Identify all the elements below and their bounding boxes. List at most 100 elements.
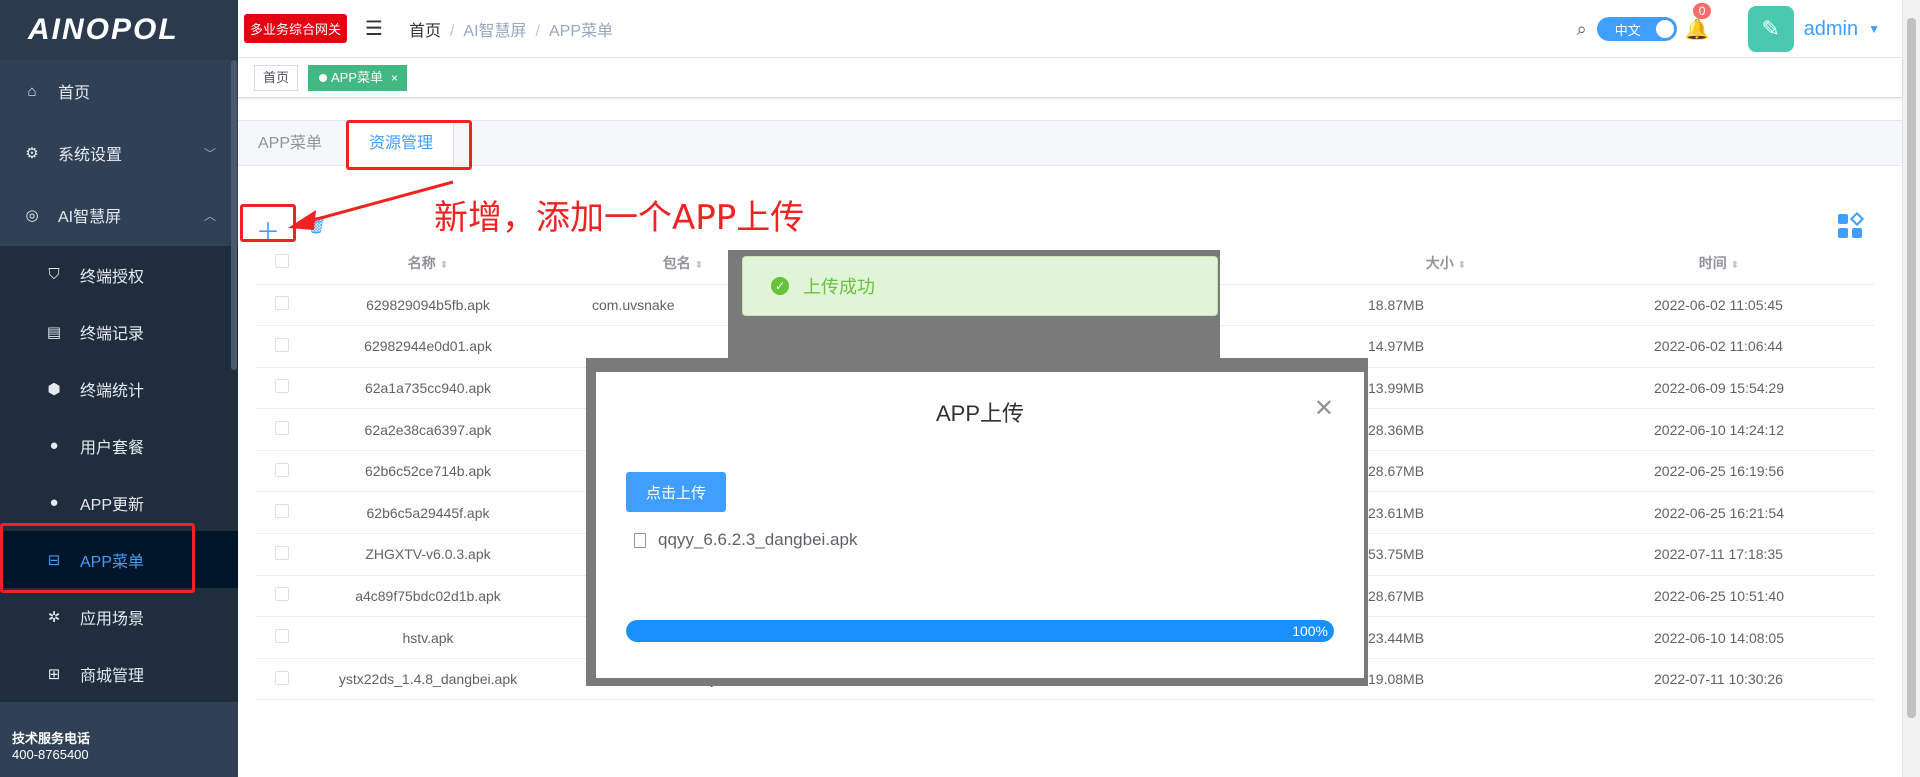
stats-icon: ⬢ [47,380,61,398]
sidebar-item-store[interactable]: ⊞ 商城管理 [0,645,238,702]
gateway-badge[interactable]: 多业务综合网关 [244,14,348,43]
hotline-number: 400-8765400 [12,747,89,762]
toggle-knob [1655,20,1674,38]
shield-icon: ⛉ [48,266,60,283]
file-name-link[interactable]: 62982944e0d01.apk [308,325,548,368]
upload-time: 2022-06-09 15:54:29 [1564,367,1874,410]
close-icon[interactable]: ✕ [1314,394,1334,423]
file-name-link[interactable]: ZHGXTV-v6.0.3.apk [308,533,548,576]
file-name-link[interactable]: 62a2e38ca6397.apk [308,408,548,451]
upload-progress: 100% [626,620,1334,642]
file-name-link[interactable]: a4c89f75bdc02d1b.apk [308,575,548,618]
row-checkbox[interactable] [275,462,289,477]
page-scrollbar[interactable] [1902,0,1920,777]
col-name[interactable]: 名称 ⬍ [308,242,548,285]
column-label: 名称 [407,254,436,271]
sort-icon[interactable]: ⬍ [1731,260,1739,271]
sort-icon[interactable]: ⬍ [440,260,448,271]
row-checkbox[interactable] [275,296,289,311]
submenu-ai-screen: ⛉ 终端授权 ▤ 终端记录 ⬢ 终端统计 ● 用户套餐 ● APP更新 ⊟ APP菜单 ✲ 应… [0,246,238,702]
upload-time: 2022-06-10 14:24:12 [1564,408,1874,451]
row-select-cell [256,284,308,327]
col-size[interactable]: 大小 ⬍ [1328,242,1564,285]
file-name-link[interactable]: 62b6c52ce714b.apk [308,450,548,493]
chevron-down-icon: ﹀ [203,146,216,161]
sidebar-item-label: 商城管理 [80,667,145,685]
file-name-link[interactable]: 62a1a735cc940.apk [308,367,548,410]
sidebar-item-terminal-auth[interactable]: ⛉ 终端授权 [0,246,238,303]
row-checkbox[interactable] [275,629,289,644]
row-checkbox[interactable] [275,337,289,352]
sidebar-item-terminal-stats[interactable]: ⬢ 终端统计 [0,360,238,417]
record-icon: ▤ [46,323,62,341]
row-select-cell [256,491,308,535]
column-label: 包名 [662,254,691,271]
scrollbar-thumb[interactable] [1907,18,1916,718]
upload-time: 2022-07-11 17:18:35 [1564,533,1874,576]
chevron-up-icon: ︿ [203,208,216,223]
close-icon[interactable]: × [391,71,398,85]
file-name-link[interactable]: 629829094b5fb.apk [308,284,548,327]
column-label: 时间 [1698,254,1727,271]
hamburger-icon[interactable]: ☰ [365,16,383,41]
tag-label: APP菜单 [331,70,384,85]
dialog-title: APP上传 [935,401,1025,426]
sidebar-item-label: 终端统计 [80,382,145,400]
tab-app-menu[interactable]: APP菜单 [238,121,342,166]
row-checkbox[interactable] [275,545,289,560]
sidebar: AINOPOL ⌂ 首页 ⚙ 系统设置 ﹀ ◎ AI智慧屏 ︿ ⛉ 终端授权 ▤ 终… [0,0,238,777]
row-select-cell [256,325,308,368]
sidebar-item-label: 终端授权 [80,268,145,286]
layers-icon: ◎ [25,207,39,224]
upload-time: 2022-06-02 11:06:44 [1564,325,1874,368]
uploaded-file[interactable]: qqyy_6.6.2.3_dangbei.apk [634,530,857,550]
caret-down-icon[interactable]: ▼ [1868,22,1880,36]
sort-icon[interactable]: ⬍ [1458,260,1466,271]
row-checkbox[interactable] [275,670,289,685]
sidebar-item-label: APP更新 [80,496,145,514]
tag-home[interactable]: 首页 [254,65,299,91]
sidebar-item-home[interactable]: ⌂ 首页 [0,60,238,122]
breadcrumb-item-home[interactable]: 首页 [409,23,441,40]
sidebar-item-app-scene[interactable]: ✲ 应用场景 [0,588,238,645]
gear-icon: ⚙ [25,145,39,162]
success-toast: ✓ 上传成功 [742,256,1218,316]
upload-button[interactable]: 点击上传 [626,472,726,512]
sidebar-item-user-package[interactable]: ● 用户套餐 [0,417,238,474]
notification-bell[interactable]: 🔔 0 [1685,2,1712,42]
avatar[interactable]: ✎ [1747,6,1794,52]
sort-icon[interactable]: ⬍ [695,260,703,271]
row-select-cell [256,367,308,410]
row-checkbox[interactable] [275,379,289,394]
annotation-box-app-menu [0,523,195,593]
grid-view-icon[interactable] [1836,212,1864,240]
sidebar-item-system-settings[interactable]: ⚙ 系统设置 ﹀ [0,122,238,184]
select-all-checkbox[interactable] [275,254,289,269]
tag-app-menu[interactable]: APP菜单 × [308,65,408,91]
upload-time: 2022-06-25 16:19:56 [1564,450,1874,493]
sidebar-item-terminal-record[interactable]: ▤ 终端记录 [0,303,238,360]
file-name: qqyy_6.6.2.3_dangbei.apk [658,530,858,549]
file-name-link[interactable]: 62b6c5a29445f.apk [308,491,548,535]
annotation-arrow [288,180,454,230]
file-name-link[interactable]: ystx22ds_1.4.8_dangbei.apk [308,658,548,701]
file-name-link[interactable]: hstv.apk [308,616,548,659]
language-toggle[interactable]: 中文 [1596,17,1677,41]
sidebar-scrollbar[interactable] [231,60,237,370]
username[interactable]: admin [1804,18,1858,41]
check-circle-icon: ✓ [771,277,789,295]
search-icon[interactable]: ⌕ [1577,19,1587,40]
row-checkbox[interactable] [275,421,289,436]
scene-icon: ✲ [47,608,61,626]
row-select-cell [256,533,308,576]
tags-view: 首页 APP菜单 × [238,58,1902,98]
sidebar-item-ai-screen[interactable]: ◎ AI智慧屏 ︿ [0,184,238,246]
progress-label: 100% [1292,623,1328,639]
row-checkbox[interactable] [275,504,289,519]
sidebar-item-label: 应用场景 [80,610,145,628]
row-checkbox[interactable] [275,587,289,602]
active-dot [319,74,327,82]
col-time[interactable]: 时间 ⬍ [1564,242,1874,285]
row-select-cell [256,658,308,701]
package-icon: ● [49,437,59,454]
